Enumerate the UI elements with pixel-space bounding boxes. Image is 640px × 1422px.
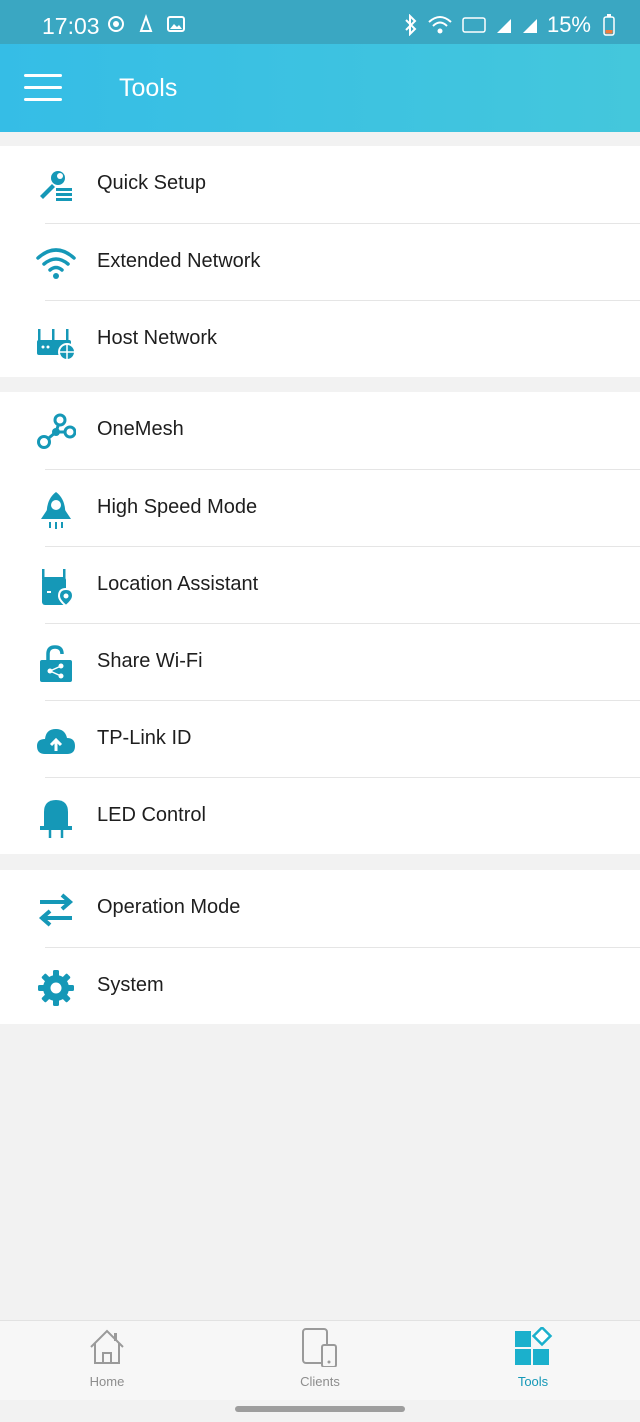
- tool-extended-network[interactable]: Extended Network: [36, 223, 640, 300]
- tool-label: OneMesh: [97, 418, 184, 440]
- tool-label: Share Wi-Fi: [97, 650, 203, 672]
- wifi-icon: [36, 248, 76, 279]
- nav-label: Tools: [517, 1374, 549, 1389]
- menu-icon-bar-bottom: [24, 98, 62, 101]
- status-time: 17:03: [42, 13, 100, 39]
- tool-label: Quick Setup: [97, 172, 206, 194]
- quick-setup-icon: [40, 171, 72, 201]
- tools-group-3: Operation Mode System: [0, 870, 640, 1024]
- status-bar: 17:03 15%: [0, 0, 640, 44]
- signal-icon: [496, 19, 511, 33]
- home-icon: [90, 1329, 124, 1364]
- battery-percent: 15%: [546, 12, 591, 37]
- tools-group-1: Quick Setup Extended Network Host Networ…: [0, 146, 640, 377]
- tools-group-2: OneMesh High Speed Mode Location Assista…: [0, 392, 640, 854]
- tool-host-network[interactable]: Host Network: [37, 300, 640, 377]
- tool-label: LED Control: [97, 804, 206, 826]
- tool-tp-link-id[interactable]: TP-Link ID: [37, 700, 640, 777]
- gear-icon: [38, 970, 74, 1006]
- tool-system[interactable]: System: [38, 947, 640, 1024]
- tool-label: High Speed Mode: [97, 496, 258, 518]
- wifi-status-icon: [428, 16, 452, 34]
- tools-grid-icon: [515, 1327, 553, 1365]
- share-lock-icon: [40, 645, 72, 682]
- swap-arrows-icon: [38, 893, 74, 927]
- volte-icon: [462, 17, 486, 33]
- mesh-icon: [37, 413, 76, 449]
- cloud-upload-icon: [37, 729, 75, 754]
- location-extender-icon: [42, 569, 75, 607]
- image-icon: [167, 16, 185, 32]
- status-left-icons: [106, 14, 186, 34]
- signal-roaming-icon: [522, 19, 537, 33]
- status-right: 15%: [403, 12, 615, 38]
- battery-icon: [603, 14, 615, 36]
- bluetooth-icon: [405, 14, 417, 36]
- rocket-icon: [41, 492, 71, 529]
- tool-quick-setup[interactable]: Quick Setup: [0, 146, 640, 223]
- tool-label: Extended Network: [97, 250, 261, 272]
- menu-button[interactable]: [24, 68, 64, 108]
- sync-icon: [108, 16, 124, 32]
- app-notification-icon: [139, 14, 153, 32]
- gesture-bar[interactable]: [235, 1406, 405, 1412]
- tool-label: Location Assistant: [97, 573, 259, 595]
- nav-label: Clients: [300, 1374, 340, 1389]
- tool-operation-mode[interactable]: Operation Mode: [0, 870, 640, 947]
- page-title: Tools: [119, 74, 178, 102]
- tool-onemesh[interactable]: OneMesh: [0, 392, 640, 469]
- menu-icon-bar-top: [24, 74, 62, 77]
- tool-location-assistant[interactable]: Location Assistant: [42, 546, 640, 623]
- led-icon: [40, 800, 72, 838]
- devices-icon: [302, 1328, 337, 1367]
- nav-tools[interactable]: Tools: [473, 1321, 593, 1401]
- tool-label: Host Network: [97, 327, 218, 349]
- tool-share-wifi[interactable]: Share Wi-Fi: [40, 623, 640, 700]
- tool-label: System: [97, 974, 164, 996]
- bottom-nav: Home Clients Tools: [0, 1320, 640, 1400]
- menu-icon-bar-middle: [24, 86, 62, 89]
- tool-label: Operation Mode: [97, 896, 241, 918]
- nav-clients[interactable]: Clients: [260, 1321, 380, 1401]
- tool-label: TP-Link ID: [97, 727, 192, 749]
- nav-home[interactable]: Home: [47, 1321, 167, 1401]
- router-globe-icon: [37, 329, 76, 361]
- tool-high-speed-mode[interactable]: High Speed Mode: [41, 469, 640, 546]
- nav-label: Home: [89, 1374, 125, 1389]
- tool-led-control[interactable]: LED Control: [40, 777, 640, 854]
- app-header: Tools: [0, 44, 640, 132]
